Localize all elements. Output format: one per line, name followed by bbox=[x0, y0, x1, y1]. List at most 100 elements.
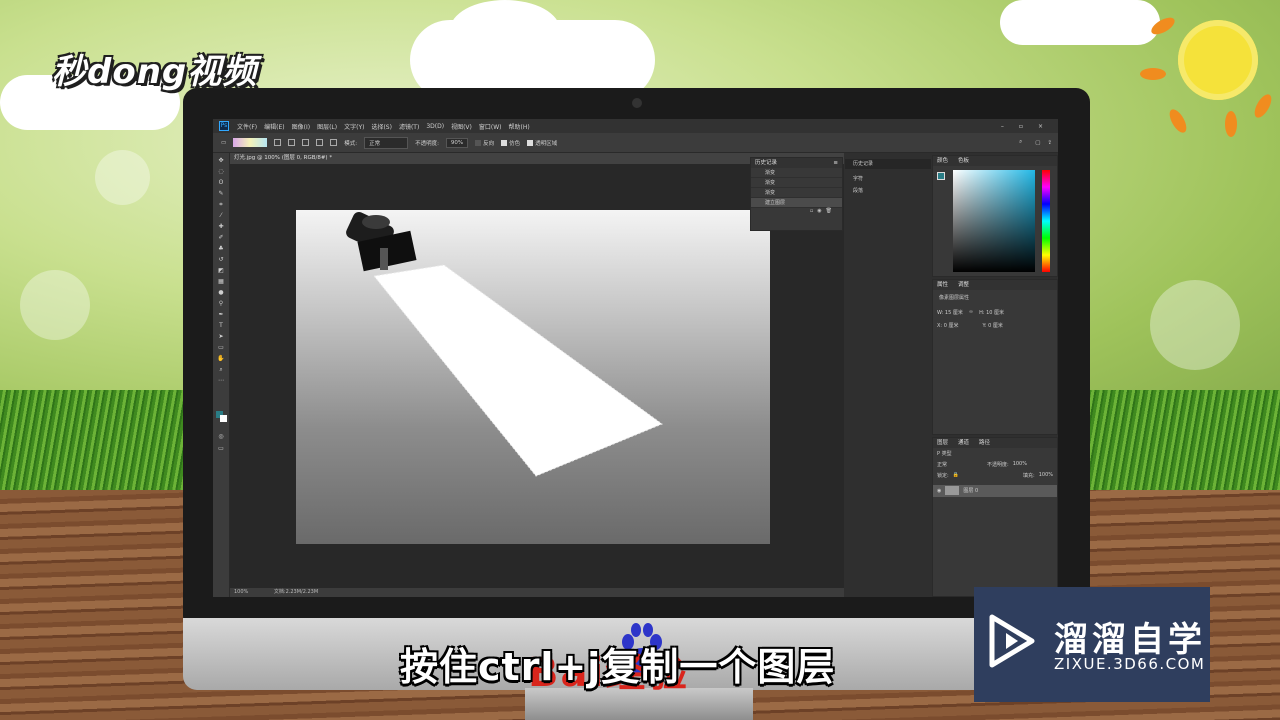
color-panel: 颜色 色板 bbox=[932, 155, 1058, 277]
visibility-eye-icon[interactable]: ◉ bbox=[937, 485, 941, 497]
menu-filter[interactable]: 滤镜(T) bbox=[399, 122, 419, 131]
gradient-tool-icon[interactable]: ▭ bbox=[221, 140, 226, 146]
panel-menu-icon[interactable]: ≡ bbox=[833, 158, 842, 168]
eraser-tool-icon[interactable]: ◩ bbox=[217, 267, 225, 274]
lasso-tool-icon[interactable]: ʘ bbox=[217, 179, 225, 186]
menu-edit[interactable]: 编辑(E) bbox=[264, 122, 284, 131]
quick-mask-icon[interactable]: ◎ bbox=[217, 433, 225, 440]
hand-tool-icon[interactable]: ✋ bbox=[217, 355, 225, 362]
fg-color-chip[interactable] bbox=[937, 172, 945, 180]
cloud bbox=[1000, 0, 1160, 45]
snapshot-icon[interactable]: ◉ bbox=[817, 208, 825, 214]
height-field[interactable]: H: 10 厘米 bbox=[979, 309, 1004, 316]
menu-window[interactable]: 窗口(W) bbox=[479, 122, 502, 131]
layer-opacity-input[interactable]: 100% bbox=[1013, 461, 1027, 468]
shape-tool-icon[interactable]: ▭ bbox=[217, 344, 225, 351]
collapsed-paragraph[interactable]: 段落 bbox=[845, 185, 931, 197]
more-tools-icon[interactable]: ⋯ bbox=[217, 377, 225, 384]
menu-type[interactable]: 文字(Y) bbox=[344, 122, 364, 131]
collapsed-history[interactable]: 历史记录 bbox=[845, 159, 931, 169]
dodge-tool-icon[interactable]: ⚲ bbox=[217, 300, 225, 307]
zoom-level[interactable]: 100% bbox=[234, 589, 248, 595]
layer-name[interactable]: 图层 0 bbox=[963, 485, 978, 497]
move-tool-icon[interactable]: ✥ bbox=[217, 157, 225, 164]
menu-3d[interactable]: 3D(D) bbox=[426, 123, 444, 130]
gradient-swatch[interactable] bbox=[233, 138, 268, 147]
opacity-input[interactable]: 90% bbox=[445, 137, 469, 148]
lock-icon[interactable]: 🔒 bbox=[953, 472, 959, 479]
pen-tool-icon[interactable]: ✒ bbox=[217, 311, 225, 318]
crop-tool-icon[interactable]: ⌗ bbox=[217, 201, 225, 208]
eyedropper-tool-icon[interactable]: ⁄ bbox=[217, 212, 225, 219]
dither-checkbox[interactable]: 仿色 bbox=[501, 139, 520, 147]
properties-panel-header: 属性 调整 bbox=[933, 280, 1057, 290]
brand-name: 溜溜自学 bbox=[1054, 620, 1206, 660]
tab-layers[interactable]: 图层 bbox=[937, 438, 948, 448]
transparency-checkbox[interactable]: 透明区域 bbox=[527, 139, 557, 147]
trash-icon[interactable]: 🗑 bbox=[826, 208, 836, 214]
width-field[interactable]: W: 15 厘米 bbox=[937, 309, 963, 316]
linear-gradient-icon[interactable] bbox=[274, 139, 282, 146]
spotlight-lamp-icon bbox=[346, 211, 417, 272]
layer-opacity-label: 不透明度: bbox=[987, 462, 1009, 468]
x-field[interactable]: X: 0 厘米 bbox=[937, 322, 958, 329]
tab-channels[interactable]: 通道 bbox=[958, 438, 969, 448]
tab-swatches[interactable]: 色板 bbox=[958, 156, 969, 166]
link-icon[interactable]: ∞ bbox=[969, 309, 973, 316]
menu-layer[interactable]: 图层(L) bbox=[317, 122, 337, 131]
blend-mode-select[interactable]: 正常 bbox=[937, 461, 983, 468]
tab-color[interactable]: 颜色 bbox=[937, 156, 948, 166]
collapsed-character[interactable]: 字符 bbox=[845, 173, 931, 185]
reflected-gradient-icon[interactable] bbox=[316, 139, 324, 146]
layer-filter[interactable]: P 类型 bbox=[933, 448, 1057, 459]
workspace-icon[interactable]: ▢ bbox=[1035, 140, 1040, 146]
bokeh-light bbox=[95, 150, 150, 205]
type-tool-icon[interactable]: T bbox=[217, 322, 225, 329]
history-item[interactable]: 渐变 bbox=[751, 178, 842, 188]
hue-slider[interactable] bbox=[1042, 170, 1050, 272]
gradient-tool-icon[interactable]: ▦ bbox=[217, 278, 225, 285]
reverse-checkbox[interactable]: 反向 bbox=[475, 139, 494, 147]
color-field[interactable] bbox=[953, 170, 1035, 272]
quick-select-tool-icon[interactable]: ✎ bbox=[217, 190, 225, 197]
stamp-tool-icon[interactable]: ♣ bbox=[217, 245, 225, 252]
angle-gradient-icon[interactable] bbox=[302, 139, 310, 146]
radial-gradient-icon[interactable] bbox=[288, 139, 296, 146]
fill-input[interactable]: 100% bbox=[1039, 472, 1053, 479]
image-canvas[interactable] bbox=[296, 210, 770, 544]
search-icon[interactable]: ⌕ bbox=[1019, 139, 1022, 146]
brush-tool-icon[interactable]: ✐ bbox=[217, 234, 225, 241]
path-select-tool-icon[interactable]: ➤ bbox=[217, 333, 225, 340]
menu-file[interactable]: 文件(F) bbox=[237, 122, 257, 131]
close-icon[interactable]: × bbox=[1038, 123, 1043, 130]
y-field[interactable]: Y: 0 厘米 bbox=[982, 322, 1002, 329]
blur-tool-icon[interactable]: ● bbox=[217, 289, 225, 296]
layer-row[interactable]: ◉ 图层 0 bbox=[933, 485, 1057, 497]
history-item[interactable]: 建立图层 bbox=[751, 198, 842, 208]
marquee-tool-icon[interactable]: ◌ bbox=[217, 168, 225, 175]
history-brush-icon[interactable]: ↺ bbox=[217, 256, 225, 263]
tab-paths[interactable]: 路径 bbox=[979, 438, 990, 448]
mode-select[interactable]: 正常 bbox=[364, 136, 409, 149]
tab-properties[interactable]: 属性 bbox=[937, 280, 948, 290]
menu-view[interactable]: 视图(V) bbox=[451, 122, 472, 131]
menu-help[interactable]: 帮助(H) bbox=[509, 122, 530, 131]
tab-history[interactable]: 历史记录 bbox=[755, 158, 777, 168]
brand-url: ZIXUE.3D66.COM bbox=[1054, 655, 1206, 673]
background-color-swatch[interactable] bbox=[220, 415, 227, 422]
diamond-gradient-icon[interactable] bbox=[330, 139, 338, 146]
tab-adjustments[interactable]: 调整 bbox=[958, 280, 969, 290]
minimize-icon[interactable]: – bbox=[1001, 123, 1004, 130]
sun-icon bbox=[1178, 20, 1258, 100]
layers-panel: 图层 通道 路径 P 类型 正常 不透明度: 100% 锁定: 🔒 填充: 10… bbox=[932, 437, 1058, 597]
share-icon[interactable]: ⇪ bbox=[1047, 140, 1052, 146]
history-item[interactable]: 渐变 bbox=[751, 168, 842, 178]
menu-select[interactable]: 选择(S) bbox=[371, 122, 392, 131]
restore-icon[interactable]: ▫ bbox=[1019, 123, 1023, 130]
healing-tool-icon[interactable]: ✚ bbox=[217, 223, 225, 230]
history-item[interactable]: 渐变 bbox=[751, 188, 842, 198]
zoom-tool-icon[interactable]: ⌕ bbox=[217, 366, 225, 373]
photoshop-window: Ps 文件(F) 编辑(E) 图像(I) 图层(L) 文字(Y) 选择(S) 滤… bbox=[213, 119, 1058, 597]
screen-mode-icon[interactable]: ▭ bbox=[217, 445, 225, 452]
menu-image[interactable]: 图像(I) bbox=[292, 122, 310, 131]
